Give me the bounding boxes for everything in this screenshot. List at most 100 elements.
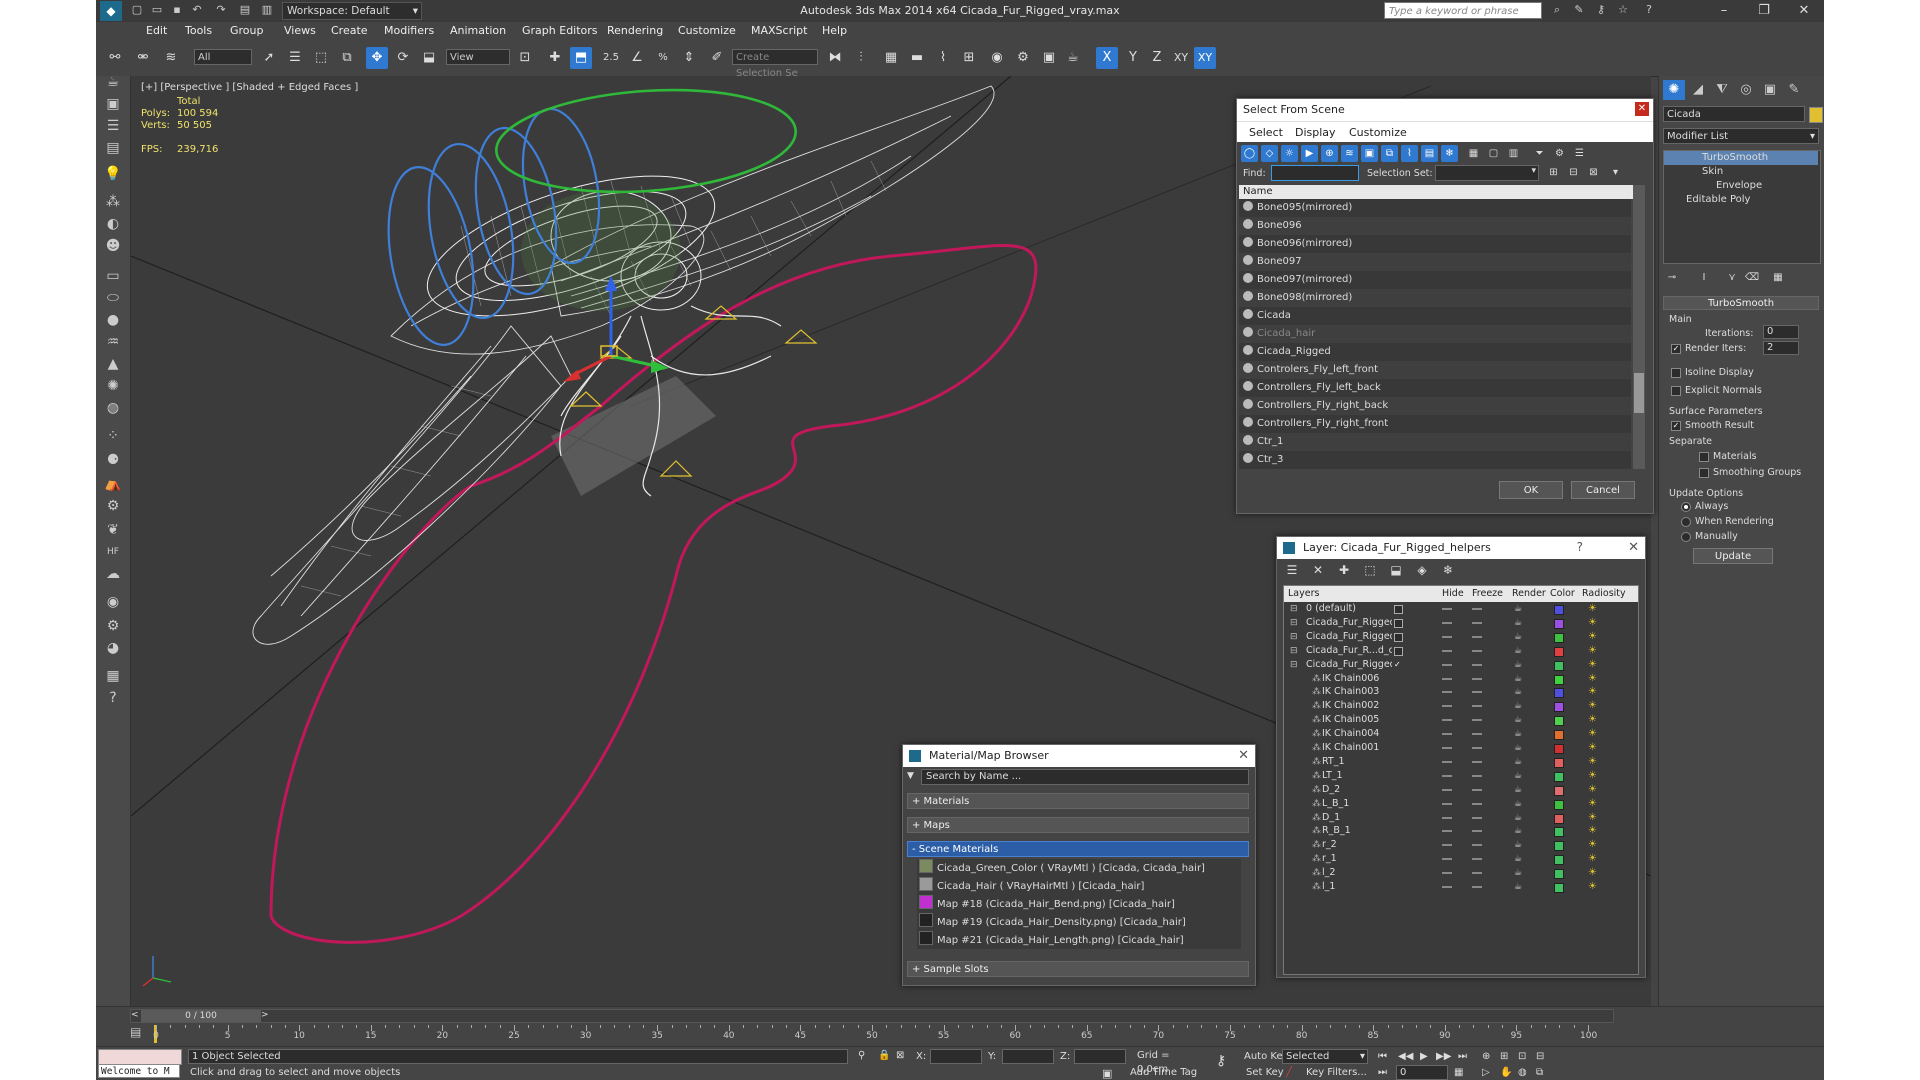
update-always-radio[interactable] (1681, 502, 1691, 512)
scene-material-item[interactable]: Cicada_Hair ( VRayHairMtl ) [Cicada_hair… (917, 877, 1241, 895)
axis-constraint-y[interactable]: Y (1122, 47, 1144, 69)
layer-node-icon[interactable]: ⊟ (1290, 616, 1298, 630)
show-end-result-icon[interactable]: Ⅰ (1695, 270, 1713, 286)
radiosity-icon[interactable]: ☀ (1588, 797, 1597, 811)
col-radiosity[interactable]: Radiosity (1582, 586, 1626, 602)
menu-tools[interactable]: Tools (185, 24, 212, 37)
layer-row[interactable]: ⁂ IK Chain005 ☕ ☀ (1284, 713, 1638, 727)
layer-row[interactable]: ⁂ IK Chain003 ☕ ☀ (1284, 685, 1638, 699)
menu-create[interactable]: Create (331, 24, 368, 37)
next-frame-arrow[interactable]: > (261, 1010, 271, 1022)
object-node-icon[interactable]: ⁂ (1312, 852, 1321, 866)
set-key-icon[interactable]: ⚷ (1216, 1053, 1226, 1069)
cancel-button[interactable]: Cancel (1571, 481, 1635, 499)
menu-edit[interactable]: Edit (146, 24, 167, 37)
zoom-extents-icon[interactable]: ⊡ (1518, 1051, 1526, 1062)
bind-space-warp-icon[interactable]: ≋ (160, 47, 182, 69)
menu-help[interactable]: Help (822, 24, 847, 37)
turbosmooth-rollout-header[interactable]: TurboSmooth (1663, 296, 1819, 310)
layer-row[interactable]: ⊟ 0 (default) ☕ ☀ (1284, 602, 1638, 616)
radiosity-icon[interactable]: ☀ (1588, 838, 1597, 852)
render-teapot-icon[interactable]: ☕ (1514, 658, 1522, 672)
display-shapes-icon[interactable]: ◇ (1261, 145, 1278, 162)
menu-customize[interactable]: Customize (678, 24, 736, 37)
layer-row[interactable]: ⁂ R_B_1 ☕ ☀ (1284, 824, 1638, 838)
layer-active-checkbox[interactable] (1394, 618, 1403, 628)
render-teapot-icon[interactable]: ☕ (1514, 602, 1522, 616)
select-and-move-icon[interactable]: ✥ (366, 47, 388, 69)
key-mode-dropdown[interactable]: Selected ▾ (1282, 1049, 1368, 1064)
col-color[interactable]: Color (1550, 586, 1575, 602)
freeze-toggle[interactable] (1472, 830, 1482, 833)
object-name-field[interactable]: Cicada (1663, 106, 1805, 122)
gear-icon[interactable]: ⚙ (103, 496, 123, 516)
render-iters-spinner[interactable]: 2 (1763, 341, 1799, 355)
browser-options-icon[interactable]: ▼ (907, 771, 919, 783)
radiosity-icon[interactable]: ☀ (1588, 602, 1597, 616)
layer-row[interactable]: ⁂ IK Chain004 ☕ ☀ (1284, 727, 1638, 741)
render-teapot-icon[interactable]: ☕ (1514, 755, 1522, 769)
freeze-toggle[interactable] (1472, 872, 1482, 875)
schematic-view-icon[interactable]: ⊞ (958, 47, 980, 69)
sphere-primitive-icon[interactable]: ● (103, 310, 123, 330)
render-teapot-icon[interactable]: ☕ (1514, 852, 1522, 866)
hide-toggle[interactable] (1442, 719, 1452, 722)
object-node-icon[interactable]: ⁂ (1312, 824, 1321, 838)
render-teapot-icon[interactable]: ☕ (1514, 713, 1522, 727)
pan-view-icon[interactable]: ✋ (1500, 1067, 1512, 1078)
radiosity-icon[interactable]: ☀ (1588, 866, 1597, 880)
hide-toggle[interactable] (1442, 844, 1452, 847)
mini-curve-editor-icon[interactable]: ▤ (130, 1025, 148, 1043)
menu-group[interactable]: Group (230, 24, 264, 37)
layer-node-icon[interactable]: ⊟ (1290, 644, 1298, 658)
layer-explorer-icon[interactable]: ▦ (880, 47, 902, 69)
object-node-icon[interactable]: ⁂ (1312, 699, 1321, 713)
display-containers-icon[interactable]: ▤ (1421, 145, 1438, 162)
menu-modifiers[interactable]: Modifiers (384, 24, 434, 37)
object-node-icon[interactable]: ⁂ (1312, 783, 1321, 797)
render-teapot-icon[interactable]: ☕ (1514, 741, 1522, 755)
scene-object-row[interactable]: Controllers_Fly_left_back (1239, 379, 1631, 397)
rendered-frame-window-icon[interactable]: ▣ (1038, 47, 1060, 69)
viewport-label[interactable]: [+] [Perspective ] [Shaded + Edged Faces… (141, 82, 358, 93)
isoline-display-checkbox[interactable] (1671, 368, 1681, 378)
radiosity-icon[interactable]: ☀ (1588, 811, 1597, 825)
freeze-toggle[interactable] (1472, 677, 1482, 680)
prev-frame-arrow[interactable]: < (131, 1010, 141, 1022)
cylinder-primitive-icon[interactable]: ⬭ (103, 288, 123, 308)
render-teapot-icon[interactable]: ☕ (1514, 824, 1522, 838)
filter-settings-icon[interactable]: ⚙ (1551, 145, 1568, 162)
remove-modifier-icon[interactable]: ⌫ (1743, 270, 1761, 286)
scene-object-row[interactable]: Cicada_Rigged (1239, 343, 1631, 361)
display-all-icon[interactable]: ▦ (1465, 145, 1482, 162)
layer-color-swatch[interactable] (1554, 702, 1564, 713)
maxscript-listener-top[interactable] (98, 1049, 182, 1065)
layer-active-checkbox[interactable] (1394, 605, 1403, 614)
render-teapot-icon[interactable]: ☕ (1514, 838, 1522, 852)
axis-constraint-xy-cycle[interactable]: XY (1194, 47, 1216, 69)
object-node-icon[interactable]: ⁂ (1312, 838, 1321, 852)
menu-animation[interactable]: Animation (450, 24, 506, 37)
keyboard-shortcut-override-icon[interactable]: ⬒ (570, 47, 592, 69)
freeze-toggle[interactable] (1472, 844, 1482, 847)
scene-object-row[interactable]: Bone097 (1239, 253, 1631, 271)
goto-end-icon[interactable]: ⏭ (1458, 1051, 1467, 1062)
freeze-toggle[interactable] (1472, 608, 1482, 610)
find-input[interactable] (1271, 165, 1359, 181)
render-teapot-icon[interactable]: ☕ (1514, 616, 1522, 630)
search-input[interactable]: Type a keyword or phrase (1384, 2, 1542, 19)
named-selection-set-dropdown[interactable]: Create Selection Se (732, 49, 818, 79)
layer-node-icon[interactable]: ⊟ (1290, 602, 1298, 616)
teapot-icon[interactable]: ☕ (103, 72, 123, 92)
pivot-center-icon[interactable]: ⊡ (514, 47, 536, 69)
spinner-snap-icon[interactable]: ⇕ (678, 47, 700, 69)
smooth-result-checkbox[interactable]: ✓ (1671, 421, 1681, 431)
scene-object-row[interactable]: Cicada (1239, 307, 1631, 325)
cloud-icon[interactable]: ☁ (103, 564, 123, 584)
add-time-tag-button[interactable]: Add Time Tag (1130, 1067, 1197, 1078)
hide-toggle[interactable] (1442, 886, 1452, 888)
render-teapot-icon[interactable]: ☕ (1514, 866, 1522, 880)
mirror-icon[interactable]: ⧓ (824, 47, 846, 69)
radiosity-icon[interactable]: ☀ (1588, 741, 1597, 755)
scene-materials-group[interactable]: - Scene Materials (907, 841, 1249, 857)
